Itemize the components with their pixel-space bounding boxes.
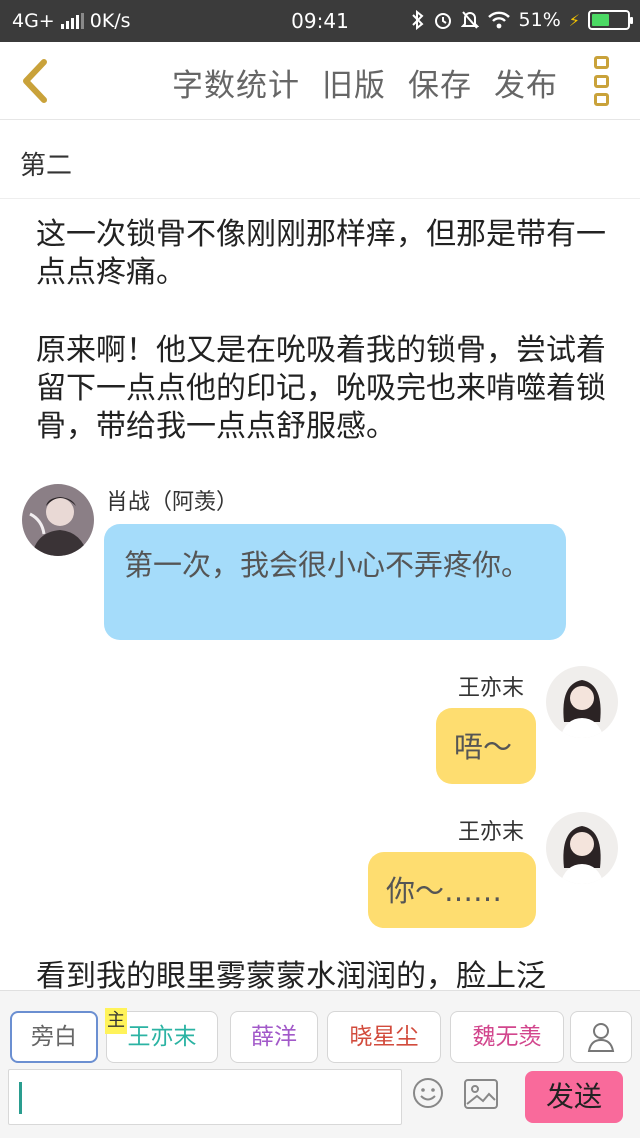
role-chip[interactable]: 薛洋: [230, 1011, 318, 1063]
word-count-button[interactable]: 字数统计: [172, 60, 300, 105]
send-button[interactable]: 发送: [525, 1071, 623, 1123]
speaker-name: 王亦末: [458, 820, 525, 845]
message-bubble[interactable]: 你～……: [368, 852, 536, 928]
composer-panel: 旁白 主 王亦末 薛洋 晓星尘 魏无羡 发送: [0, 990, 640, 1138]
image-icon[interactable]: [464, 1079, 498, 1109]
role-selector: 旁白 主 王亦末 薛洋 晓星尘 魏无羡: [10, 1008, 635, 1063]
speaker-name: 肖战（阿羡）: [106, 490, 239, 515]
story-paragraph: 原来啊！他又是在吮吸着我的锁骨，尝试着留下一点点他的印记，吮吸完也来啃噬着锁骨，…: [36, 333, 606, 444]
status-bar: 4G+ 0K/s 09:41 51% ⚡: [0, 0, 640, 42]
wifi-icon: [487, 11, 510, 29]
role-narration[interactable]: 旁白: [10, 1011, 98, 1063]
toolbar-actions: 字数统计 旧版 保存 发布: [172, 60, 558, 105]
speaker-name: 王亦末: [458, 676, 525, 701]
role-label: 王亦末: [127, 1024, 197, 1050]
save-button[interactable]: 保存: [408, 60, 472, 105]
mute-icon: [460, 11, 479, 29]
text-caret: [19, 1082, 22, 1114]
publish-button[interactable]: 发布: [494, 60, 558, 105]
avatar-wangyimo[interactable]: [546, 666, 618, 738]
story-paragraph: 这一次锁骨不像刚刚那样痒，但那是带有一点点疼痛。: [36, 217, 606, 290]
bluetooth-icon: [411, 10, 424, 30]
charging-icon: ⚡: [568, 10, 580, 30]
emoji-icon[interactable]: [412, 1077, 444, 1109]
editor-toolbar: 字数统计 旧版 保存 发布: [0, 42, 640, 120]
role-chip[interactable]: 主 王亦末: [105, 1008, 218, 1063]
message-input[interactable]: [8, 1069, 402, 1125]
role-chip[interactable]: 晓星尘: [327, 1011, 441, 1063]
story-paragraph: 看到我的眼里雾蒙蒙水润润的，脸上泛: [36, 959, 546, 990]
message-bubble[interactable]: 第一次，我会很小心不弄疼你。: [104, 524, 566, 640]
old-version-button[interactable]: 旧版: [322, 60, 386, 105]
composer-row: 发送: [8, 1069, 632, 1125]
chapter-title[interactable]: 第二: [0, 121, 640, 199]
message-bubble[interactable]: 唔～: [436, 708, 536, 784]
battery-icon: [588, 10, 633, 30]
more-icon[interactable]: [594, 56, 612, 106]
host-badge: 主: [105, 1008, 127, 1034]
alarm-icon: [434, 13, 451, 29]
role-chip[interactable]: 魏无羡: [450, 1011, 564, 1063]
chevron-left-icon[interactable]: [14, 56, 54, 106]
avatar-xiaozhan[interactable]: [22, 484, 94, 556]
status-right: 51% ⚡: [411, 9, 633, 31]
battery-percent: 51%: [518, 9, 561, 31]
person-icon[interactable]: [570, 1011, 632, 1063]
avatar-wangyimo[interactable]: [546, 812, 618, 884]
